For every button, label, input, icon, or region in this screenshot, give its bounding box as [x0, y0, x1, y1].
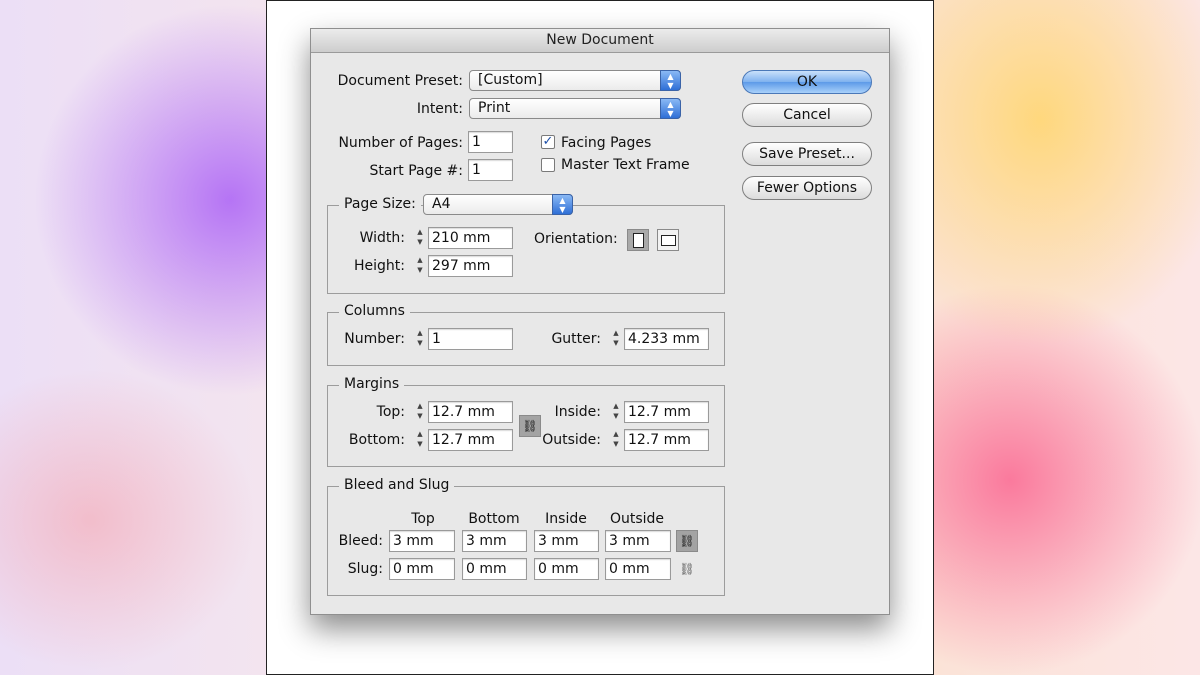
bleed-link-button[interactable]: ⛓: [676, 530, 698, 552]
height-label: Height:: [354, 258, 405, 274]
landscape-page-icon: [660, 235, 676, 246]
slug-top-input[interactable]: 0 mm: [389, 558, 455, 580]
margin-inside-input[interactable]: 12.7 mm: [624, 401, 709, 423]
bleed-header-top: Top: [411, 511, 435, 527]
start-page-input[interactable]: 1: [468, 159, 513, 181]
new-document-dialog: New Document Document Preset: [Custom] ▲…: [310, 28, 890, 615]
height-input[interactable]: 297 mm: [428, 255, 513, 277]
width-label: Width:: [359, 230, 405, 246]
page-size-label: Page Size:: [339, 196, 421, 212]
gutter-input[interactable]: 4.233 mm: [624, 328, 709, 350]
margin-top-stepper[interactable]: ▲ ▼: [413, 401, 427, 423]
chain-link-icon: ⛓: [522, 419, 538, 433]
chain-link-icon: ⛓: [679, 534, 695, 548]
document-preset-value: [Custom]: [478, 72, 543, 88]
popup-arrows-icon: ▲ ▼: [660, 70, 681, 91]
margin-bottom-label: Bottom:: [348, 432, 405, 448]
facing-pages-label: Facing Pages: [561, 135, 652, 151]
portrait-orientation-button[interactable]: [627, 229, 649, 251]
height-stepper[interactable]: ▲ ▼: [413, 255, 427, 277]
margin-bottom-input[interactable]: 12.7 mm: [428, 429, 513, 451]
bleed-header-inside: Inside: [545, 511, 587, 527]
margin-outside-stepper[interactable]: ▲ ▼: [609, 429, 623, 451]
landscape-orientation-button[interactable]: [657, 229, 679, 251]
gutter-stepper[interactable]: ▲ ▼: [609, 328, 623, 350]
slug-inside-input[interactable]: 0 mm: [534, 558, 599, 580]
bleed-header-outside: Outside: [609, 511, 665, 527]
page-size-select[interactable]: A4 ▲ ▼: [423, 194, 573, 215]
start-page-label: Start Page #:: [369, 163, 463, 179]
columns-number-label: Number:: [344, 331, 405, 347]
margin-bottom-stepper[interactable]: ▲ ▼: [413, 429, 427, 451]
bleed-bottom-input[interactable]: 3 mm: [462, 530, 527, 552]
columns-number-input[interactable]: 1: [428, 328, 513, 350]
bleed-slug-legend: Bleed and Slug: [339, 477, 455, 493]
slug-label: Slug:: [347, 561, 383, 577]
fewer-options-button[interactable]: Fewer Options: [742, 176, 872, 200]
columns-legend: Columns: [339, 303, 410, 319]
popup-arrows-icon: ▲ ▼: [552, 194, 573, 215]
bleed-header-bottom: Bottom: [468, 511, 520, 527]
bleed-inside-input[interactable]: 3 mm: [534, 530, 599, 552]
margin-top-label: Top:: [376, 404, 405, 420]
columns-number-stepper[interactable]: ▲ ▼: [413, 328, 427, 350]
margin-outside-label: Outside:: [542, 432, 601, 448]
document-preset-label: Document Preset:: [337, 73, 463, 89]
slug-link-button[interactable]: ⛓: [676, 558, 698, 580]
page-size-value: A4: [432, 196, 451, 212]
master-text-frame-checkbox[interactable]: [541, 158, 555, 172]
ok-button[interactable]: OK: [742, 70, 872, 94]
slug-bottom-input[interactable]: 0 mm: [462, 558, 527, 580]
master-text-frame-label: Master Text Frame: [561, 157, 690, 173]
slug-outside-input[interactable]: 0 mm: [605, 558, 671, 580]
save-preset-button[interactable]: Save Preset...: [742, 142, 872, 166]
intent-select[interactable]: Print ▲ ▼: [469, 98, 681, 119]
orientation-label: Orientation:: [534, 231, 618, 247]
broken-chain-icon: ⛓: [679, 562, 695, 576]
margins-legend: Margins: [339, 376, 405, 392]
bleed-top-input[interactable]: 3 mm: [389, 530, 455, 552]
facing-pages-checkbox[interactable]: ✓: [541, 135, 555, 149]
width-input[interactable]: 210 mm: [428, 227, 513, 249]
intent-value: Print: [478, 100, 511, 116]
bleed-outside-input[interactable]: 3 mm: [605, 530, 671, 552]
margin-inside-label: Inside:: [554, 404, 601, 420]
number-of-pages-input[interactable]: 1: [468, 131, 513, 153]
margin-inside-stepper[interactable]: ▲ ▼: [609, 401, 623, 423]
dialog-title: New Document: [311, 29, 889, 53]
intent-label: Intent:: [416, 101, 463, 117]
width-stepper[interactable]: ▲ ▼: [413, 227, 427, 249]
document-preset-select[interactable]: [Custom] ▲ ▼: [469, 70, 681, 91]
portrait-page-icon: [632, 233, 644, 248]
cancel-button[interactable]: Cancel: [742, 103, 872, 127]
bleed-label: Bleed:: [338, 533, 383, 549]
popup-arrows-icon: ▲ ▼: [660, 98, 681, 119]
gutter-label: Gutter:: [551, 331, 601, 347]
margin-outside-input[interactable]: 12.7 mm: [624, 429, 709, 451]
margin-top-input[interactable]: 12.7 mm: [428, 401, 513, 423]
number-of-pages-label: Number of Pages:: [338, 135, 463, 151]
